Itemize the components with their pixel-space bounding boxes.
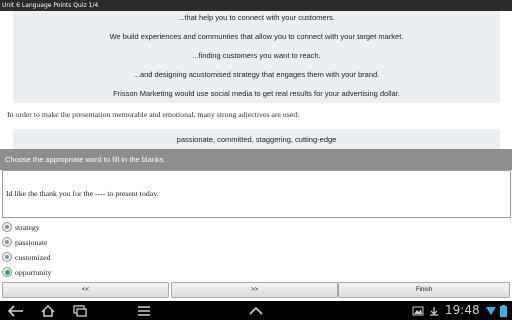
option-label: customized xyxy=(15,252,51,262)
radio-button[interactable] xyxy=(2,252,12,262)
wifi-icon xyxy=(486,304,496,317)
gallery-icon xyxy=(412,304,424,317)
quiz-navigation: << >> Finish xyxy=(0,282,512,298)
option-passionate[interactable]: passionate xyxy=(2,235,202,249)
quote-panel: ...that help you to connect with your cu… xyxy=(13,11,500,103)
adjectives-list: passionate, committed, staggering, cutti… xyxy=(176,135,337,144)
quote-line-1: ...that help you to connect with your cu… xyxy=(178,13,335,22)
option-strategy[interactable]: strategy xyxy=(2,220,202,234)
instruction-bar: Choose the appropriate word to fill in t… xyxy=(0,149,512,170)
radio-button[interactable] xyxy=(2,237,12,247)
battery-icon xyxy=(499,304,507,317)
quote-line-3: ...finding customers you want to reach. xyxy=(192,51,321,60)
previous-button[interactable]: << xyxy=(2,282,169,298)
menu-icon[interactable] xyxy=(136,304,152,317)
system-navigation-bar: 19:48 xyxy=(0,301,512,320)
question-text: Id like the thank you for the ---- to pr… xyxy=(6,189,159,198)
option-customized[interactable]: customized xyxy=(2,250,202,264)
recent-apps-icon[interactable] xyxy=(72,304,88,317)
option-label: passionate xyxy=(15,237,48,247)
quote-line-5: Frisson Marketing would use social media… xyxy=(113,89,400,98)
download-icon xyxy=(428,304,440,317)
finish-button[interactable]: Finish xyxy=(338,282,510,298)
option-label: strategy xyxy=(15,222,40,232)
option-label: opportunity xyxy=(15,267,52,277)
passage-intro: In order to make the presentation memora… xyxy=(7,110,300,119)
adjectives-panel: passionate, committed, staggering, cutti… xyxy=(13,129,500,149)
window-title: Unit 6 Language Points Quiz 1/4 xyxy=(0,0,512,11)
home-icon[interactable] xyxy=(40,304,56,317)
quote-line-4: ...and designing acustomised strategy th… xyxy=(133,70,380,79)
next-button[interactable]: >> xyxy=(171,282,338,298)
up-arrow-icon[interactable] xyxy=(248,304,264,317)
option-opportunity[interactable]: opportunity xyxy=(2,265,202,279)
radio-button[interactable] xyxy=(2,222,12,232)
passage-area: ...that help you to connect with your cu… xyxy=(0,11,512,149)
radio-button-selected[interactable] xyxy=(2,267,12,277)
question-box: Id like the thank you for the ---- to pr… xyxy=(2,170,511,218)
back-icon[interactable] xyxy=(8,304,24,317)
quote-line-2: We build experiences and communties that… xyxy=(109,32,404,41)
status-clock: 19:48 xyxy=(445,303,480,317)
